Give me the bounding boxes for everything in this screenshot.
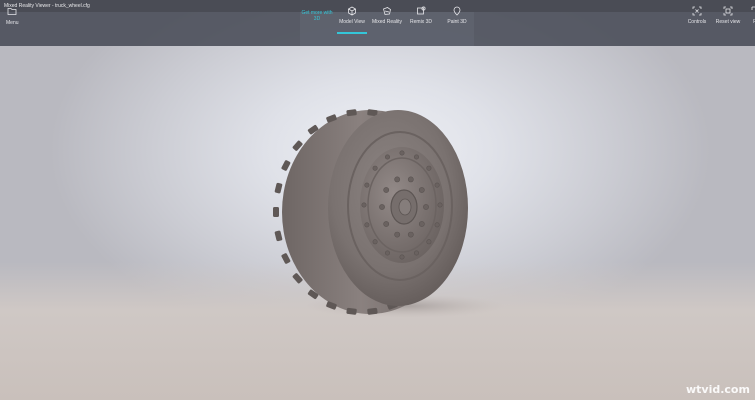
watermark-text: wtvid.com xyxy=(686,383,750,396)
controls-button[interactable]: Controls xyxy=(684,0,710,34)
rim-bolt xyxy=(437,202,443,208)
reset-view-button[interactable]: Reset view xyxy=(713,0,743,34)
model-view-button[interactable]: Model View xyxy=(335,0,369,34)
hub-cap xyxy=(398,198,412,216)
remix-3d-label: Remix 3D xyxy=(410,19,432,25)
truck-wheel-model[interactable] xyxy=(0,0,755,400)
rim-bolt xyxy=(399,254,405,260)
hub-lug-nut xyxy=(418,187,425,193)
tread-lug xyxy=(274,182,283,194)
paint-3d-button[interactable]: Paint 3D xyxy=(440,0,474,34)
cube-icon xyxy=(347,6,357,16)
rim-bolt xyxy=(426,239,432,245)
fullscreen-button[interactable]: Fu xyxy=(746,0,755,34)
tread-lug xyxy=(346,109,357,117)
hub-lug-nut xyxy=(407,176,414,183)
tread-lug xyxy=(281,253,291,264)
rim-bolt xyxy=(413,250,419,256)
tread-lug xyxy=(274,230,283,242)
hub-lug-nut xyxy=(394,231,401,238)
paint-3d-label: Paint 3D xyxy=(447,19,467,25)
rim-bolt xyxy=(426,165,432,171)
controls-label: Controls xyxy=(687,19,707,25)
tread-lug xyxy=(273,207,279,217)
reset-view-icon xyxy=(723,6,733,16)
folder-icon xyxy=(7,6,17,16)
rim-bolt xyxy=(372,239,378,245)
hub-lug-nut xyxy=(383,221,390,227)
mixed-reality-icon xyxy=(382,6,392,16)
tread-lug xyxy=(346,307,357,315)
remix-icon xyxy=(416,6,426,16)
remix-3d-button[interactable]: Remix 3D xyxy=(404,0,438,34)
mixed-reality-button[interactable]: Mixed Reality xyxy=(370,0,404,34)
rim-bolt xyxy=(364,222,370,228)
hub-lug-nut xyxy=(383,187,390,193)
model-viewport[interactable] xyxy=(0,0,755,400)
model-view-label: Model View xyxy=(339,19,365,25)
rim-bolt xyxy=(434,222,440,228)
rim-bolt xyxy=(361,202,367,208)
tread-lug xyxy=(281,160,291,171)
hub-lug-nut xyxy=(379,204,385,210)
get-more-label: Get more with 3D xyxy=(301,10,333,22)
menu-label: Menu xyxy=(6,20,19,26)
paint-icon xyxy=(452,6,462,16)
hub-lug-nut xyxy=(423,204,429,210)
rim-bolt xyxy=(384,154,390,160)
hub-lug-nut xyxy=(418,221,425,227)
controls-icon xyxy=(692,6,702,16)
menu-button[interactable]: Menu xyxy=(2,0,20,34)
rim-bolt xyxy=(364,182,370,188)
rim-bolt xyxy=(372,165,378,171)
fullscreen-icon xyxy=(751,6,755,16)
get-more-3d-button[interactable]: Get more with 3D xyxy=(300,0,334,34)
mixed-reality-label: Mixed Reality xyxy=(371,19,402,25)
rim-bolt xyxy=(384,250,390,256)
tread-lug xyxy=(367,307,378,315)
hub-lug-nut xyxy=(407,231,414,238)
rim-bolt xyxy=(413,154,419,160)
hub-lug-nut xyxy=(394,176,401,183)
rim-bolt xyxy=(399,150,405,156)
rim-bolt xyxy=(434,182,440,188)
reset-view-label: Reset view xyxy=(715,19,741,25)
